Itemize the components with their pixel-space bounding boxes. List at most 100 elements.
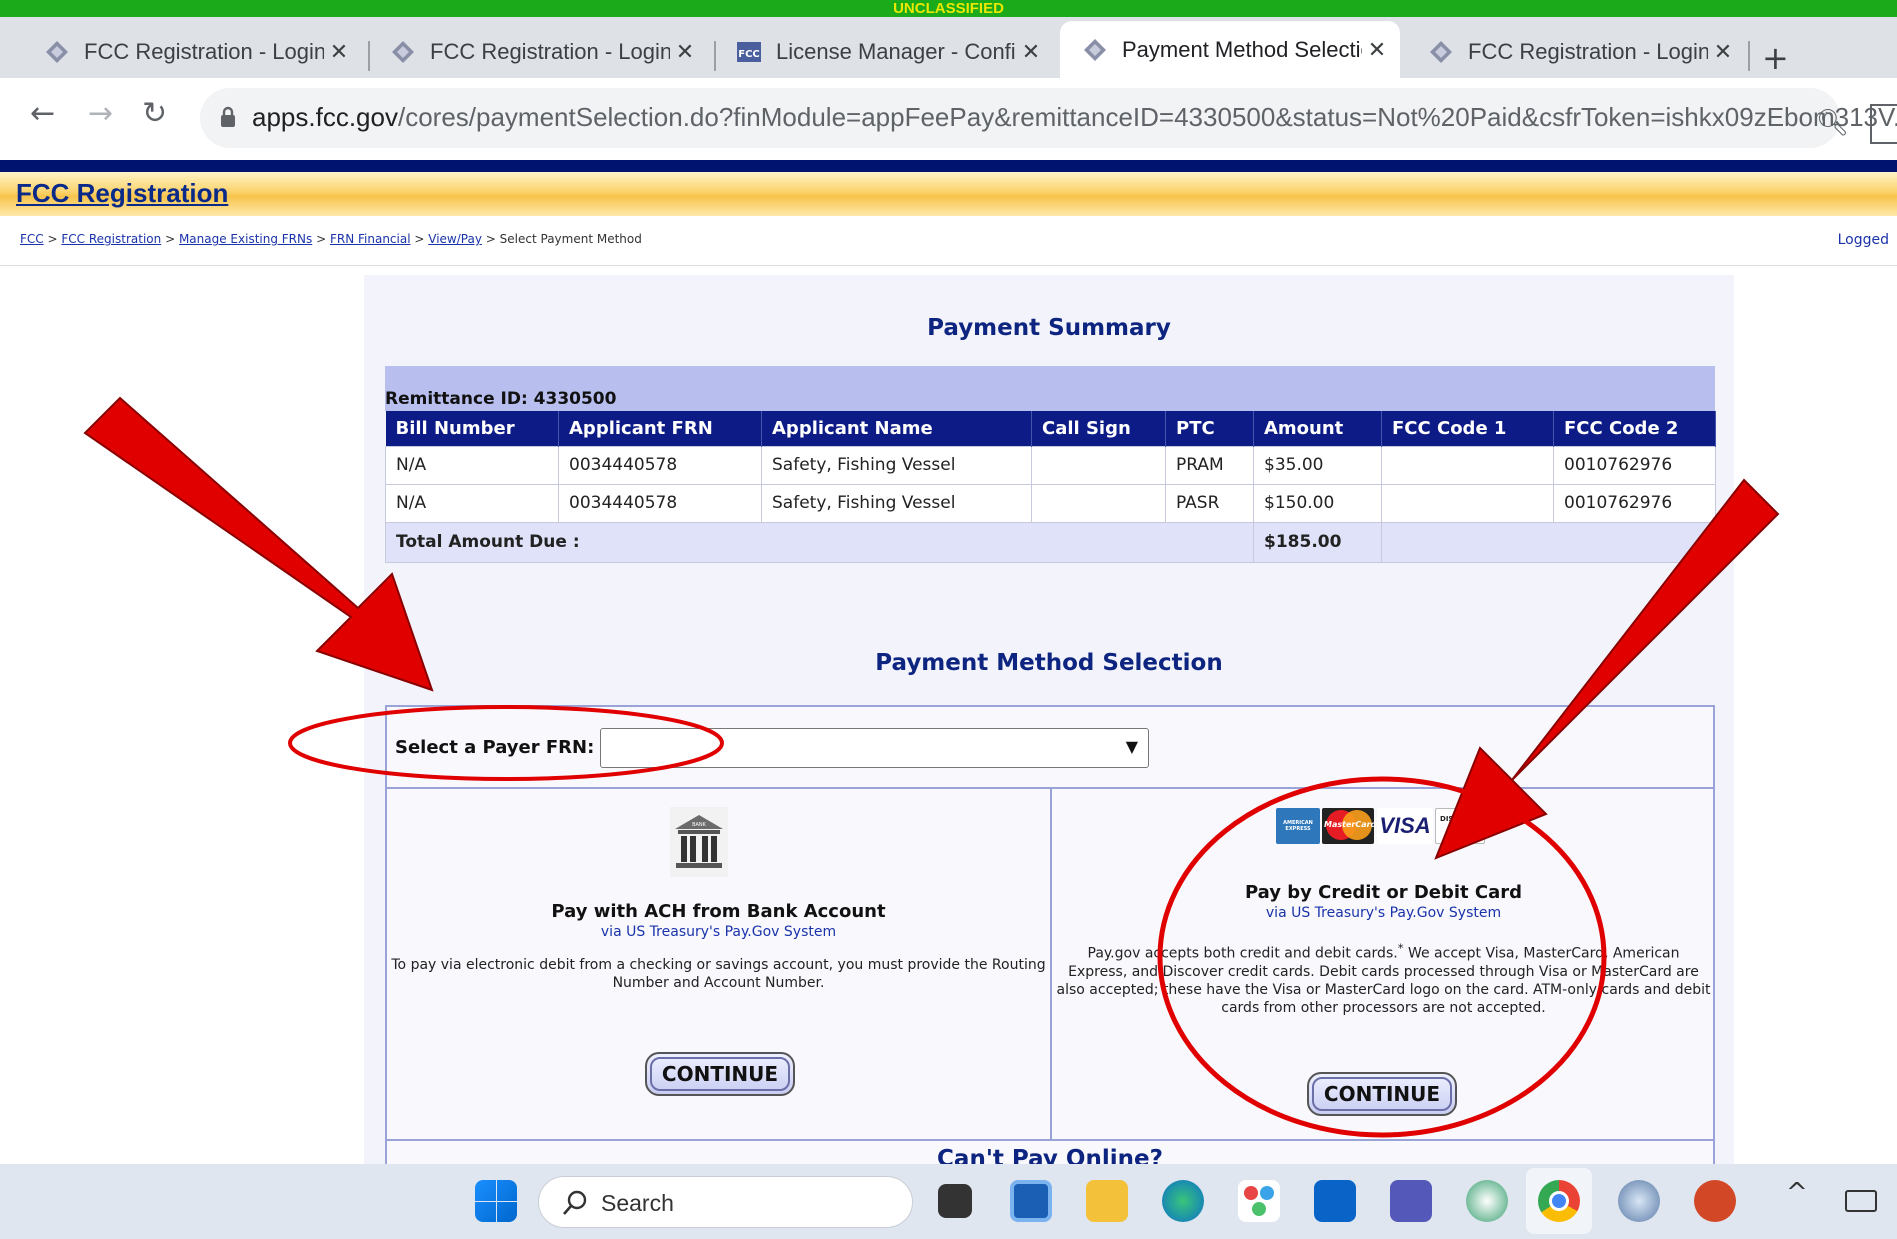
- breadcrumb-link[interactable]: FCC: [20, 232, 44, 246]
- logged-in-status: Logged: [1837, 232, 1889, 248]
- bank-icon: BANK: [670, 807, 728, 877]
- browser-tab[interactable]: FCC License Manager - Confir ✕: [714, 25, 1054, 78]
- ach-option: BANK Pay with ACH from Bank Account via …: [387, 789, 1050, 1139]
- close-tab-icon[interactable]: ✕: [324, 39, 354, 65]
- breadcrumb-link[interactable]: FRN Financial: [330, 232, 411, 246]
- table-cell: N/A: [385, 445, 559, 485]
- table-cell: Safety, Fishing Vessel: [761, 445, 1032, 485]
- payment-summary-title: Payment Summary: [927, 315, 1171, 341]
- amex-logo: AMERICAN EXPRESS: [1276, 808, 1320, 844]
- keyboard-icon[interactable]: [1845, 1190, 1877, 1212]
- url-text: apps.fcc.gov/cores/paymentSelection.do?f…: [252, 102, 1897, 132]
- edge-icon[interactable]: [1162, 1180, 1204, 1222]
- windows-start-icon[interactable]: [475, 1180, 517, 1222]
- table-cell: N/A: [385, 483, 559, 523]
- column-header: FCC Code 2: [1553, 411, 1716, 446]
- table-cell: 0034440578: [558, 445, 762, 485]
- zoom-icon[interactable]: 🔍︎: [1816, 108, 1849, 138]
- powerpoint-icon[interactable]: [1694, 1180, 1736, 1222]
- site-header: FCC Registration: [0, 172, 1897, 216]
- new-tab-button[interactable]: +: [1762, 39, 1789, 77]
- close-tab-icon[interactable]: ✕: [1016, 39, 1046, 65]
- close-tab-icon[interactable]: ✕: [1362, 37, 1392, 63]
- share-icon[interactable]: [1870, 104, 1897, 144]
- column-header: Applicant FRN: [558, 411, 762, 446]
- file-explorer-icon[interactable]: [1086, 1180, 1128, 1222]
- ach-title: Pay with ACH from Bank Account: [551, 901, 886, 922]
- table-cell: $35.00: [1253, 445, 1382, 485]
- card-continue-button[interactable]: CONTINUE: [1307, 1072, 1457, 1116]
- chrome-taskbar-slot[interactable]: [1526, 1168, 1592, 1234]
- address-bar[interactable]: apps.fcc.gov/cores/paymentSelection.do?f…: [200, 88, 1897, 148]
- ach-continue-button[interactable]: CONTINUE: [645, 1052, 795, 1096]
- search-icon: [563, 1190, 587, 1215]
- breadcrumb-link[interactable]: View/Pay: [428, 232, 482, 246]
- table-cell: 0034440578: [558, 483, 762, 523]
- taskbar-search[interactable]: Search: [538, 1176, 913, 1228]
- breadcrumb-link[interactable]: Manage Existing FRNs: [179, 232, 312, 246]
- payer-frn-label: Select a Payer FRN: *: [395, 737, 610, 758]
- browser-tab[interactable]: FCC Registration - Login ✕: [22, 25, 362, 78]
- table-header-row: Bill Number Applicant FRN Applicant Name…: [385, 411, 1716, 446]
- card-description: Pay.gov accepts both credit and debit ca…: [1056, 941, 1711, 1016]
- breadcrumb-bar: FCC > FCC Registration > Manage Existing…: [0, 216, 1897, 266]
- photos-icon[interactable]: [1238, 1180, 1280, 1222]
- column-header: PTC: [1165, 411, 1254, 446]
- total-amount: $185.00: [1253, 521, 1382, 563]
- breadcrumb-link[interactable]: FCC Registration: [61, 232, 161, 246]
- close-tab-icon[interactable]: ✕: [1708, 39, 1738, 65]
- column-header: Bill Number: [385, 411, 559, 446]
- site-title-link[interactable]: FCC Registration: [16, 178, 228, 209]
- app-icon[interactable]: [1466, 1180, 1508, 1222]
- payment-method-title: Payment Method Selection: [875, 650, 1223, 676]
- remittance-row: Remittance ID: 4330500: [385, 366, 1715, 411]
- tab-title: License Manager - Confir: [776, 38, 1016, 64]
- svg-text:FCC: FCC: [738, 49, 760, 60]
- taskbar: Search ^: [0, 1164, 1897, 1239]
- table-row: N/A 0034440578 Safety, Fishing Vessel PR…: [385, 445, 1716, 485]
- ach-via-link[interactable]: via US Treasury's Pay.Gov System: [387, 924, 1050, 940]
- chevron-up-icon[interactable]: ^: [1786, 1178, 1808, 1208]
- tab-title: Payment Method Selectio: [1122, 36, 1362, 62]
- payment-summary-table: Remittance ID: 4330500 Bill Number Appli…: [385, 366, 1716, 563]
- payer-frn-row: Select a Payer FRN: * ▼: [387, 707, 1713, 789]
- column-header: Applicant Name: [761, 411, 1032, 446]
- column-header: Call Sign: [1031, 411, 1166, 446]
- classification-banner: UNCLASSIFIED: [0, 0, 1897, 17]
- table-row: N/A 0034440578 Safety, Fishing Vessel PA…: [385, 483, 1716, 523]
- table-cell: PASR: [1165, 483, 1254, 523]
- browser-toolbar: ← → ↻ apps.fcc.gov/cores/paymentSelectio…: [0, 78, 1897, 160]
- fcc-diamond-icon: [1430, 40, 1452, 63]
- close-tab-icon[interactable]: ✕: [670, 39, 700, 65]
- outlook-icon[interactable]: [1314, 1180, 1356, 1222]
- browser-tab[interactable]: FCC Registration - Login ✕: [368, 25, 708, 78]
- forward-arrow-icon[interactable]: →: [88, 96, 113, 131]
- card-via-link[interactable]: via US Treasury's Pay.Gov System: [1052, 905, 1715, 921]
- fcc-diamond-icon: [46, 40, 68, 63]
- tab-title: FCC Registration - Login: [84, 38, 324, 64]
- svg-text:BANK: BANK: [692, 822, 707, 828]
- table-cell: 0010762976: [1553, 483, 1716, 523]
- breadcrumb: FCC > FCC Registration > Manage Existing…: [20, 232, 642, 246]
- browser-tab-active[interactable]: Payment Method Selectio ✕: [1060, 21, 1400, 78]
- payer-frn-select[interactable]: ▼: [600, 728, 1149, 768]
- total-label: Total Amount Due :: [385, 521, 1254, 563]
- mastercard-logo: MasterCard: [1322, 808, 1374, 844]
- table-cell: [1381, 445, 1554, 485]
- fcc-diamond-icon: [1084, 38, 1106, 61]
- tab-title: FCC Registration - Login: [1468, 38, 1708, 64]
- widgets-icon[interactable]: [1010, 1180, 1052, 1222]
- breadcrumb-current: Select Payment Method: [499, 232, 642, 246]
- app-globe-icon[interactable]: [1618, 1180, 1660, 1222]
- lock-icon: [221, 106, 235, 127]
- fcc-diamond-icon: [392, 40, 414, 63]
- reload-icon[interactable]: ↻: [142, 96, 167, 131]
- dropdown-arrow-icon: ▼: [1125, 737, 1138, 756]
- teams-icon[interactable]: [1390, 1180, 1432, 1222]
- task-view-icon[interactable]: [938, 1184, 972, 1218]
- table-cell: 0010762976: [1553, 445, 1716, 485]
- total-row: Total Amount Due : $185.00: [385, 521, 1716, 563]
- browser-tab[interactable]: FCC Registration - Login ✕: [1406, 25, 1746, 78]
- back-arrow-icon[interactable]: ←: [30, 96, 55, 131]
- header-rule: [0, 160, 1897, 172]
